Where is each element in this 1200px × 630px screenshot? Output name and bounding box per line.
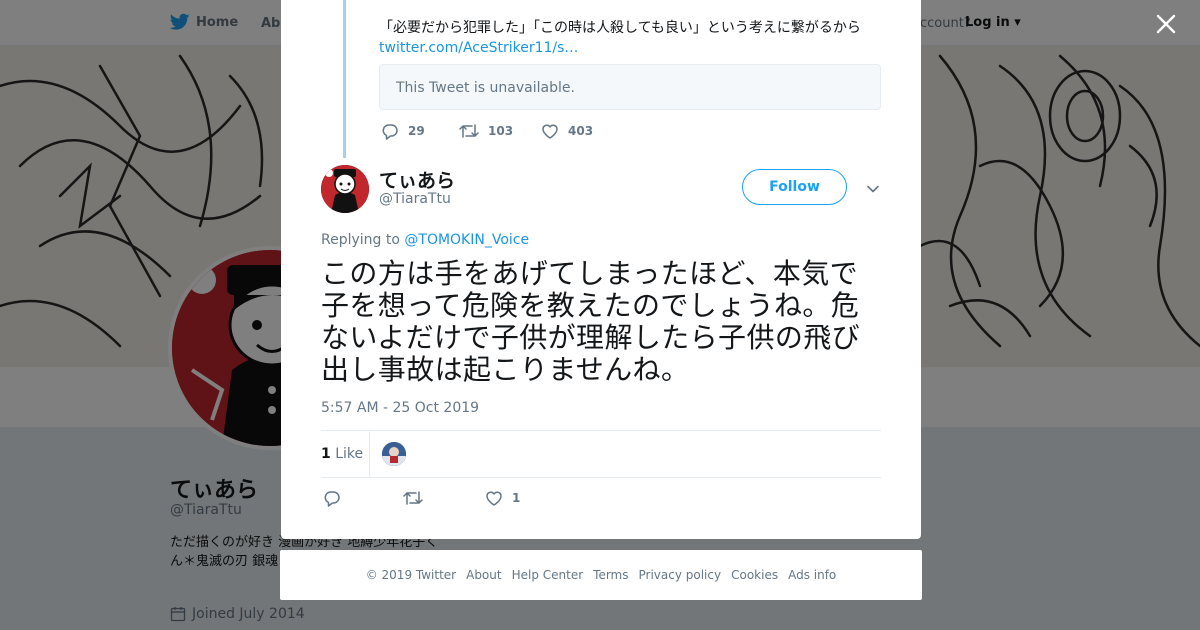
- follow-button[interactable]: Follow: [742, 169, 847, 205]
- likes-stat-count: 1: [321, 446, 331, 462]
- replying-to-line: Replying to @TOMOKIN_Voice: [321, 232, 529, 248]
- thread-connector-line: [343, 0, 346, 158]
- retweet-icon: [459, 124, 479, 138]
- retweet-button[interactable]: [403, 489, 485, 507]
- parent-reply-count: 29: [408, 124, 425, 138]
- retweet-icon: [403, 491, 423, 505]
- parent-retweet-button[interactable]: 103: [459, 122, 541, 140]
- chevron-down-icon: [867, 185, 879, 193]
- parent-tweet-link[interactable]: twitter.com/AceStriker11/s…: [379, 38, 578, 58]
- author-name[interactable]: てぃあら: [379, 166, 455, 193]
- parent-like-count: 403: [568, 124, 594, 138]
- tweet-modal: 「必要だから犯罪した」「この時は人殺しても良い」という考えに繋がるから twit…: [281, 0, 921, 539]
- parent-tweet-actions: 29 103 403: [381, 122, 593, 140]
- replying-prefix: Replying to: [321, 232, 400, 248]
- reply-icon: [324, 491, 340, 507]
- close-button[interactable]: [1154, 12, 1178, 36]
- tweet-stats: 1 Like: [321, 430, 881, 478]
- heart-icon: [542, 124, 558, 139]
- heart-icon: [486, 491, 502, 506]
- like-button[interactable]: 1: [485, 489, 520, 507]
- parent-like-button[interactable]: 403: [541, 122, 593, 140]
- liker-avatar-illustration: [382, 442, 406, 466]
- modal-footer: © 2019 Twitter About Help Center Terms P…: [280, 550, 922, 600]
- parent-retweet-count: 103: [488, 124, 514, 138]
- more-options-button[interactable]: [864, 180, 882, 198]
- tweet-text: この方は手をあげてしまったほど、本気で子を想って危険を教えたのでしょうね。危ない…: [321, 257, 861, 386]
- footer-link-terms[interactable]: Terms: [593, 568, 628, 582]
- liker-avatar[interactable]: [382, 442, 406, 466]
- author-avatar-illustration: [321, 165, 369, 213]
- like-count: 1: [512, 491, 521, 505]
- footer-link-about[interactable]: About: [466, 568, 501, 582]
- likes-stat-link[interactable]: 1 Like: [321, 446, 363, 462]
- replying-to-mention[interactable]: @TOMOKIN_Voice: [404, 232, 529, 248]
- close-icon: [1156, 14, 1176, 34]
- reply-icon: [382, 124, 398, 140]
- footer-copyright: © 2019 Twitter: [365, 568, 457, 582]
- footer-link-cookies[interactable]: Cookies: [731, 568, 778, 582]
- parent-reply-button[interactable]: 29: [381, 122, 459, 140]
- footer-link-ads-info[interactable]: Ads info: [788, 568, 836, 582]
- footer-link-privacy[interactable]: Privacy policy: [639, 568, 722, 582]
- likes-stat-label: Like: [335, 446, 364, 462]
- stats-divider: [369, 431, 370, 477]
- author-handle[interactable]: @TiaraTtu: [379, 191, 451, 207]
- footer-link-help-center[interactable]: Help Center: [512, 568, 584, 582]
- unavailable-quoted-tweet: This Tweet is unavailable.: [379, 64, 881, 110]
- parent-tweet-text: 「必要だから犯罪した」「この時は人殺しても良い」という考えに繋がるから: [379, 20, 861, 36]
- author-avatar[interactable]: [321, 165, 369, 213]
- reply-button[interactable]: [323, 489, 403, 507]
- tweet-timestamp[interactable]: 5:57 AM - 25 Oct 2019: [321, 400, 479, 416]
- tweet-actions: 1: [323, 489, 520, 507]
